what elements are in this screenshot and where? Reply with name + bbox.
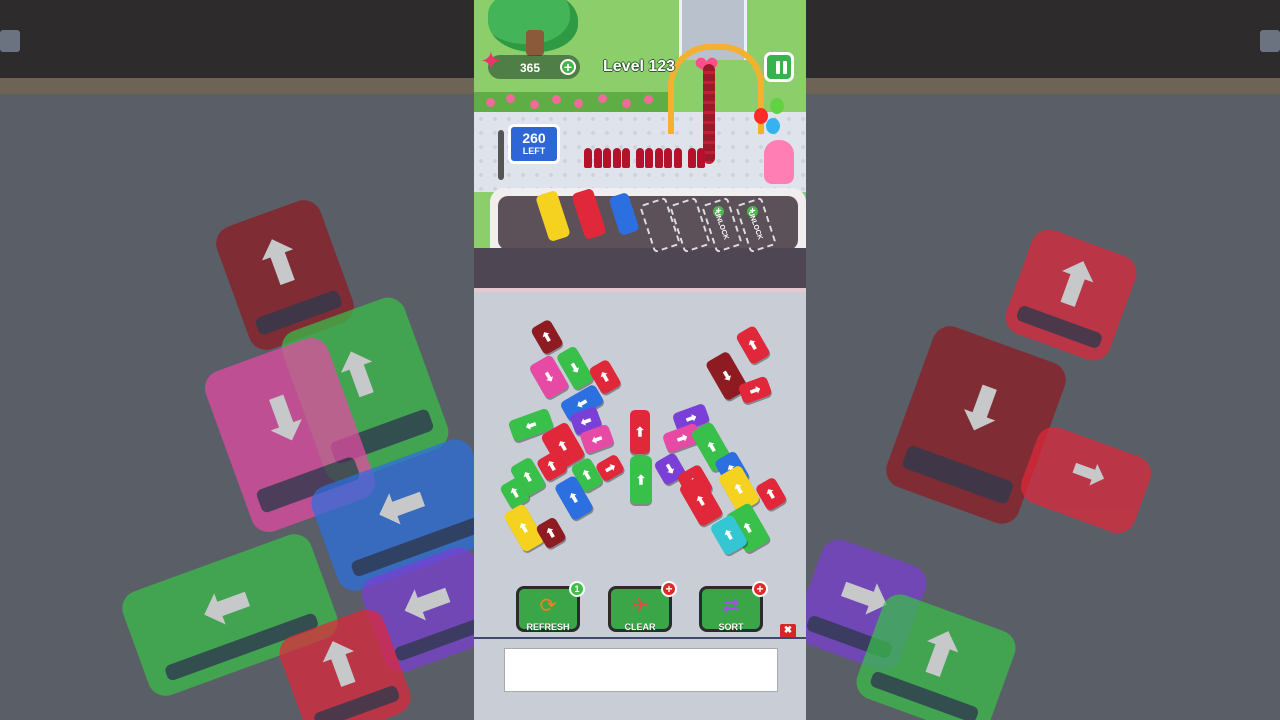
swap-person-icon: ⇄ bbox=[722, 595, 740, 617]
clear-button[interactable]: ✈ CLEAR + bbox=[608, 581, 677, 632]
bus-red[interactable]: ⬆ bbox=[734, 324, 772, 366]
bus-red[interactable]: ⬆ bbox=[678, 474, 724, 528]
arrow-up-icon: ⬆ bbox=[578, 465, 596, 485]
bus-red[interactable]: ⬆ bbox=[754, 476, 788, 512]
clear-add-badge: + bbox=[661, 581, 677, 597]
arrow-down-icon: ⬇ bbox=[718, 366, 736, 386]
arrow-up-icon: ⬆ bbox=[692, 491, 710, 511]
arrow-left-icon: ⬅ bbox=[589, 430, 605, 448]
arrow-up-icon: ⬆ bbox=[538, 327, 556, 347]
helicopter-icon: ✈ bbox=[631, 595, 649, 617]
arrow-up-icon: ⬆ bbox=[744, 335, 762, 355]
level-title: Level 123 bbox=[603, 58, 676, 75]
arrow-right-icon: ➡ bbox=[601, 458, 619, 478]
clear-label: CLEAR bbox=[624, 622, 656, 632]
pause-button[interactable] bbox=[764, 52, 794, 82]
people-left-count: 260 bbox=[522, 130, 546, 146]
arrow-up-icon: ⬆ bbox=[515, 518, 533, 538]
pink-mascot bbox=[764, 140, 794, 184]
pause-icon bbox=[776, 61, 780, 74]
sort-label: SORT bbox=[718, 622, 744, 632]
exit-road bbox=[474, 248, 806, 292]
backdrop-bus: ⬆ bbox=[1000, 224, 1142, 366]
bus-red[interactable]: ⬆ bbox=[630, 410, 650, 454]
arrow-right-icon: ➡ bbox=[747, 381, 763, 399]
arrow-right-icon: ➡ bbox=[674, 429, 690, 447]
refresh-count-badge: 1 bbox=[569, 581, 585, 597]
ad-close-button[interactable]: ✖ bbox=[780, 624, 796, 638]
arrow-up-icon: ⬆ bbox=[762, 484, 780, 504]
arrow-down-icon: ⬇ bbox=[661, 459, 679, 479]
arrow-left-icon: ⬅ bbox=[578, 412, 594, 430]
backdrop-right: ⬆ ⬇ ➡ ➡ ⬆ bbox=[806, 0, 1280, 720]
ticket-icon: ✦ bbox=[480, 46, 502, 76]
bus-darkred[interactable]: ⬆ bbox=[534, 516, 568, 550]
backdrop-bus: ➡ bbox=[1015, 421, 1157, 539]
coin-value: 365 bbox=[520, 61, 541, 75]
arrow-down-icon: ⬇ bbox=[566, 358, 584, 378]
refresh-car-icon: ⟳ bbox=[539, 595, 557, 617]
arrow-up-icon: ⬆ bbox=[543, 456, 561, 476]
arrow-up-icon: ⬆ bbox=[703, 437, 721, 457]
arrow-up-icon: ⬆ bbox=[634, 424, 646, 440]
people-left-badge: 260 LEFT bbox=[508, 124, 560, 164]
bus-green[interactable]: ⬆ bbox=[630, 456, 652, 504]
arrow-left-icon: ⬅ bbox=[523, 416, 539, 434]
game-screen: ❤ + + UNLOCK UNLOCK ✦ 365 + Level 123 26… bbox=[474, 0, 806, 720]
arrow-up-icon: ⬆ bbox=[720, 525, 738, 545]
backdrop-left: ⬆ ⬆ ⬇ ⬅ ⬅ ⬅ ⬆ bbox=[0, 0, 474, 720]
people-left-label: LEFT bbox=[522, 146, 546, 156]
arrow-down-icon: ⬇ bbox=[540, 367, 558, 387]
arrow-up-icon: ⬆ bbox=[565, 488, 583, 508]
arrow-up-icon: ⬆ bbox=[730, 479, 748, 499]
arrow-up-icon: ⬆ bbox=[596, 367, 614, 387]
bus-darkred[interactable]: ⬆ bbox=[529, 318, 565, 356]
arrow-up-icon: ⬆ bbox=[506, 483, 524, 503]
sort-add-badge: + bbox=[752, 581, 768, 597]
add-coins-button[interactable]: + bbox=[560, 59, 576, 75]
passenger-row bbox=[584, 148, 707, 170]
ad-banner[interactable] bbox=[504, 648, 778, 692]
arrow-up-icon: ⬆ bbox=[635, 472, 647, 488]
refresh-button[interactable]: ⟳ REFRESH 1 bbox=[516, 581, 585, 632]
sort-button[interactable]: ⇄ SORT + bbox=[699, 581, 768, 632]
arrow-up-icon: ⬆ bbox=[542, 523, 560, 543]
refresh-label: REFRESH bbox=[526, 622, 570, 632]
